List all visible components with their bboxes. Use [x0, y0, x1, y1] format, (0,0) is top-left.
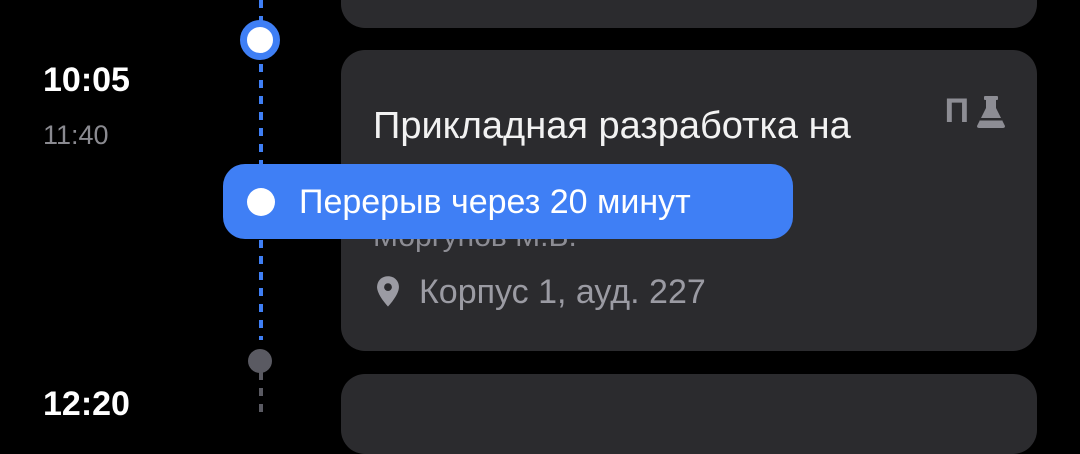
- break-notice-pill: Перерыв через 20 минут: [223, 164, 793, 239]
- timeline-future-line: [259, 372, 263, 412]
- timeline-current-node: [240, 20, 280, 60]
- next-lesson-card[interactable]: [341, 374, 1037, 454]
- lesson-type-badges: П: [945, 92, 1007, 131]
- timeline-future-node: [248, 349, 272, 373]
- lesson-location-text: Корпус 1, ауд. 227: [419, 273, 706, 311]
- lesson-start-time: 10:05: [43, 61, 130, 99]
- previous-lesson-card[interactable]: [341, 0, 1037, 28]
- location-pin-icon: [373, 275, 403, 309]
- break-indicator-dot: [247, 187, 275, 216]
- next-lesson-start-time: 12:20: [43, 385, 130, 423]
- lesson-type-label: П: [944, 92, 969, 130]
- lesson-end-time: 11:40: [43, 120, 109, 150]
- lesson-location: Корпус 1, ауд. 227: [373, 272, 706, 312]
- flask-icon: [975, 94, 1007, 130]
- break-notice-text: Перерыв через 20 минут: [299, 182, 691, 221]
